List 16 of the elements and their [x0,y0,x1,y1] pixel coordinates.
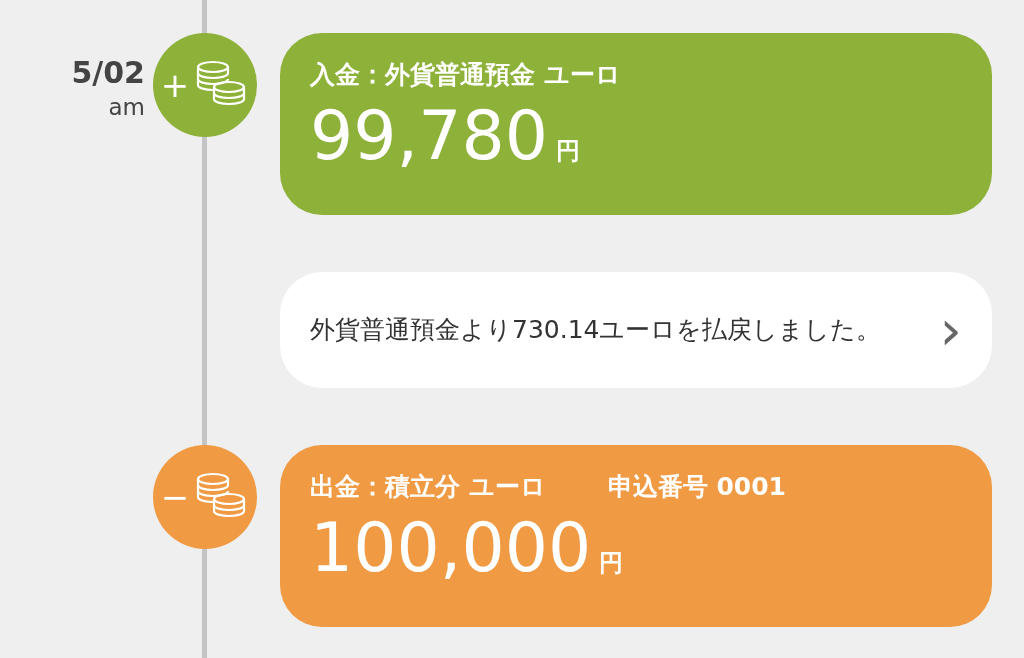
entry-date: 5/02 [71,55,145,91]
coins-icon: − [153,445,257,549]
amount: 99,780 [310,95,548,177]
transaction-title: 出金：積立分 ユーロ [310,471,546,503]
application-number: 申込番号 0001 [607,471,786,503]
notice-text: 外貨普通預金より730.14ユーロを払戻しました。 [310,314,883,346]
notice-card[interactable]: 外貨普通預金より730.14ユーロを払戻しました。 › [280,272,992,388]
currency-unit: 円 [599,548,624,579]
currency-unit: 円 [555,136,580,167]
coins-icon: + [153,33,257,137]
amount: 100,000 [310,507,592,589]
transaction-card[interactable]: 出金：積立分 ユーロ 申込番号 0001 100,000 円 [280,445,992,627]
transaction-card[interactable]: 入金：外貨普通預金 ユーロ 99,780 円 [280,33,992,215]
transaction-title: 入金：外貨普通預金 ユーロ [310,59,621,91]
chevron-icon: › [939,302,962,358]
entry-time: am [108,93,145,122]
